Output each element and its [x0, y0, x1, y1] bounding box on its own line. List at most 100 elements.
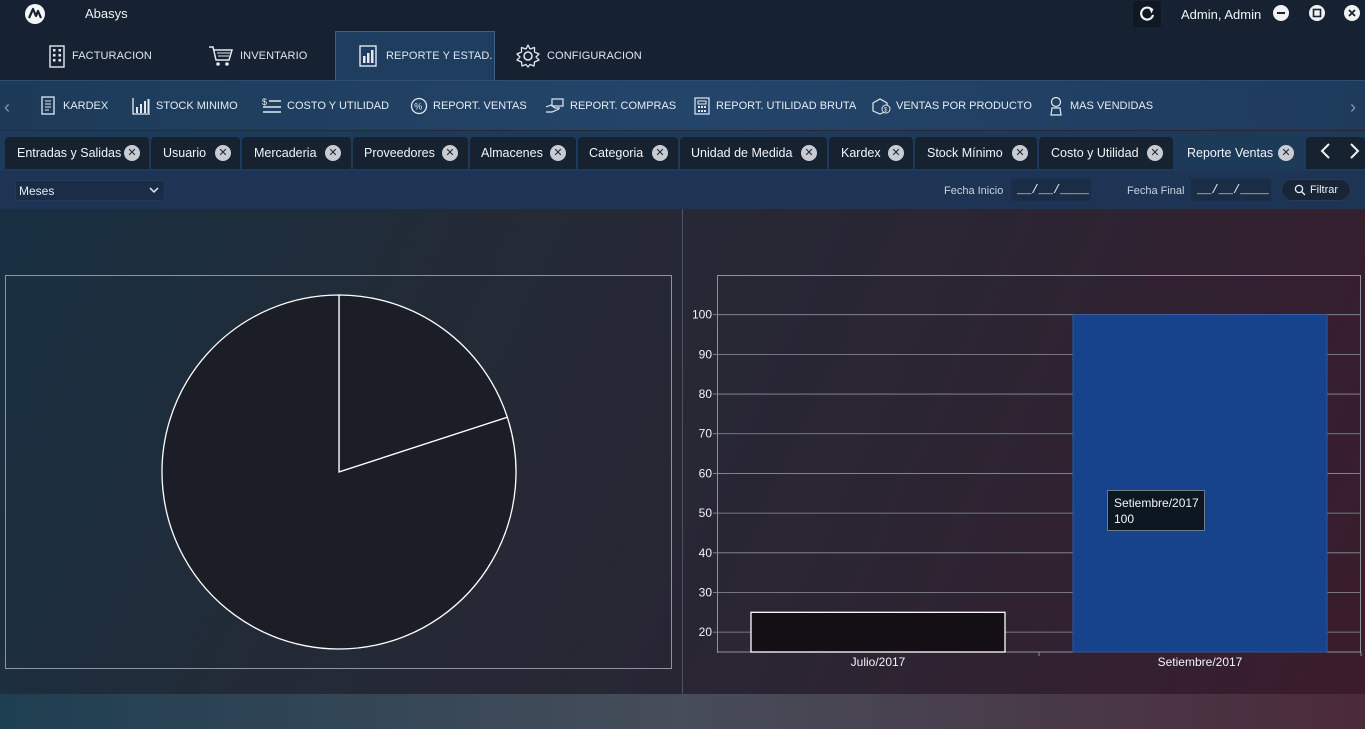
y-tick-label: 100 [692, 308, 712, 322]
doc-tab-label: Usuario [163, 146, 207, 160]
ribbon-report-ventas[interactable]: % REPORT. VENTAS [410, 96, 527, 116]
ribbon-costo-utilidad[interactable]: $ COSTO Y UTILIDAD [262, 96, 389, 116]
start-date-label: Fecha Inicio [944, 185, 1004, 197]
ribbon-label: MAS VENDIDAS [1070, 100, 1154, 112]
close-tab-icon[interactable]: ✕ [888, 145, 904, 161]
chevron-down-icon [149, 187, 159, 194]
doc-tab-mercaderia[interactable]: Mercaderia ✕ [242, 137, 351, 169]
tab-facturacion[interactable]: FACTURACION [48, 31, 158, 80]
doc-tab-costo-utilidad[interactable]: Costo y Utilidad ✕ [1039, 137, 1173, 169]
doc-tab-proveedores[interactable]: Proveedores ✕ [353, 137, 468, 169]
doc-tab-reporte-ventas[interactable]: Reporte Ventas ✕ [1175, 137, 1304, 169]
ribbon-label: REPORT. VENTAS [433, 100, 527, 112]
app-title: Abasys [85, 6, 128, 21]
close-tab-icon[interactable]: ✕ [124, 145, 140, 161]
y-tick-label: 60 [699, 466, 713, 480]
y-tick-label: 30 [699, 585, 713, 599]
hand-cash-icon [545, 98, 564, 113]
tab-label: FACTURACION [72, 49, 152, 62]
chart-tooltip: Setiembre/2017 100 [1107, 490, 1205, 531]
chevron-left-icon[interactable]: ‹ [4, 97, 10, 118]
doc-tab-almacenes[interactable]: Almacenes ✕ [470, 137, 576, 169]
doc-tab-usuario[interactable]: Usuario ✕ [151, 137, 240, 169]
tab-reporte[interactable]: REPORTE Y ESTAD. [335, 31, 495, 80]
ribbon-ventas-por-producto[interactable]: $ VENTAS POR PRODUCTO [871, 96, 1032, 116]
close-tab-icon[interactable]: ✕ [1012, 145, 1028, 161]
close-tab-icon[interactable]: ✕ [652, 145, 668, 161]
ribbon-mas-vendidas[interactable]: MAS VENDIDAS [1047, 96, 1153, 116]
minimize-icon [1277, 12, 1285, 14]
doc-tab-label: Kardex [841, 146, 881, 160]
ribbon-report-utilidad-bruta[interactable]: REPORT. UTILIDAD BRUTA [693, 96, 856, 116]
doc-tab-label: Stock Mínimo [927, 146, 1003, 160]
ribbon-label: REPORT. COMPRAS [570, 100, 677, 112]
bar[interactable] [750, 611, 1006, 653]
doc-tab-unidad-medida[interactable]: Unidad de Medida ✕ [680, 137, 827, 169]
box-money-icon: $ [872, 98, 891, 115]
ribbon-label: KARDEX [63, 100, 109, 112]
tab-configuracion[interactable]: CONFIGURACION [515, 31, 645, 80]
end-date-input[interactable]: __/__/____ [1191, 179, 1271, 201]
close-tab-icon[interactable]: ✕ [215, 145, 231, 161]
ribbon-label: VENTAS POR PRODUCTO [896, 100, 1032, 112]
ribbon-kardex[interactable]: KARDEX [40, 96, 108, 116]
refresh-icon [1140, 6, 1155, 21]
y-tick-label: 40 [699, 546, 713, 560]
chevron-right-icon[interactable]: › [1350, 97, 1356, 118]
close-tab-icon[interactable]: ✕ [442, 145, 458, 161]
maximize-icon [1312, 8, 1322, 18]
close-icon [1348, 9, 1356, 17]
ribbon-stock-minimo[interactable]: STOCK MINIMO [132, 96, 238, 116]
calculator-doc-icon [694, 97, 710, 115]
document-tabs: Entradas y Salidas ✕ Usuario ✕ Mercaderi… [0, 131, 1365, 171]
filter-button-label: Filtrar [1309, 184, 1339, 196]
x-tick-label: Julio/2017 [851, 655, 906, 669]
svg-text:$: $ [262, 97, 267, 107]
doc-tab-label: Categoria [589, 146, 644, 160]
doc-tab-entradas-salidas[interactable]: Entradas y Salidas ✕ [5, 137, 149, 169]
minimize-button[interactable] [1273, 5, 1289, 21]
ribbon-report-compras[interactable]: REPORT. COMPRAS [545, 96, 676, 116]
gear-icon [516, 43, 540, 68]
pie-chart [161, 294, 517, 650]
end-date-label: Fecha Final [1127, 185, 1185, 197]
ribbon-label: STOCK MINIMO [156, 100, 238, 112]
tab-inventario[interactable]: INVENTARIO [208, 31, 318, 80]
close-tab-icon[interactable]: ✕ [325, 145, 341, 161]
pie-chart-panel [5, 275, 672, 669]
refresh-button[interactable] [1133, 1, 1161, 27]
tooltip-category: Setiembre/2017 [1114, 496, 1199, 510]
close-button[interactable] [1344, 5, 1360, 21]
filter-button[interactable]: Filtrar [1281, 179, 1351, 201]
doc-tab-label: Unidad de Medida [691, 146, 793, 160]
close-tab-icon[interactable]: ✕ [1278, 145, 1294, 161]
search-icon [1294, 184, 1306, 196]
report-toolbar: ‹ KARDEX STOCK MINIMO $ COSTO Y UTILIDAD… [0, 80, 1365, 130]
bar[interactable] [1072, 314, 1328, 653]
filter-bar: Meses Fecha Inicio __/__/____ Fecha Fina… [0, 171, 1365, 209]
cart-icon [209, 45, 234, 66]
document-list-icon [41, 96, 55, 115]
close-tab-icon[interactable]: ✕ [550, 145, 566, 161]
user-name[interactable]: Admin, Admin [1181, 7, 1261, 22]
doc-tab-label: Mercaderia [254, 146, 317, 160]
tab-prev-icon[interactable] [1316, 141, 1336, 161]
x-tick-label: Setiembre/2017 [1158, 655, 1243, 669]
tooltip-value: 100 [1114, 512, 1135, 526]
status-strip [0, 694, 1365, 729]
period-select[interactable]: Meses [15, 180, 165, 201]
close-tab-icon[interactable]: ✕ [1147, 145, 1163, 161]
title-bar: Abasys Admin, Admin [0, 0, 1365, 30]
doc-tab-label: Entradas y Salidas [17, 146, 122, 160]
doc-tab-stock-minimo[interactable]: Stock Mínimo ✕ [915, 137, 1037, 169]
doc-tab-kardex[interactable]: Kardex ✕ [829, 137, 913, 169]
start-date-input[interactable]: __/__/____ [1011, 179, 1091, 201]
maximize-button[interactable] [1309, 5, 1325, 21]
doc-tab-categoria[interactable]: Categoria ✕ [578, 137, 678, 169]
close-tab-icon[interactable]: ✕ [801, 145, 817, 161]
y-tick-label: 50 [699, 506, 713, 520]
tab-next-icon[interactable] [1344, 141, 1364, 161]
y-tick-label: 80 [699, 387, 713, 401]
ribbon-label: COSTO Y UTILIDAD [287, 100, 390, 112]
tab-label: CONFIGURACION [547, 49, 642, 62]
